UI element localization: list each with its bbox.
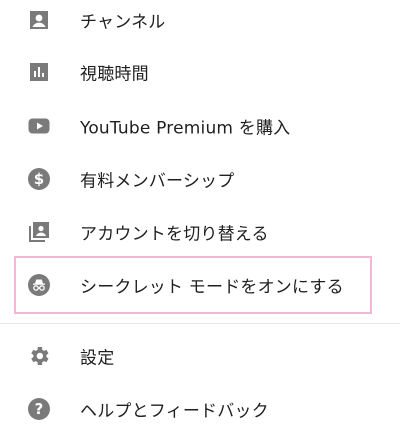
menu-item-help-feedback[interactable]: ? ヘルプとフィードバック: [0, 383, 400, 435]
menu-item-paid-memberships[interactable]: $ 有料メンバーシップ: [0, 153, 400, 205]
svg-text:$: $: [34, 170, 44, 188]
menu-item-label: 有料メンバーシップ: [80, 171, 235, 192]
menu-item-label: YouTube Premium を購入: [80, 118, 291, 139]
gear-icon: [27, 344, 51, 368]
menu-item-watch-time[interactable]: 視聴時間: [0, 46, 400, 98]
menu-item-label: 設定: [80, 348, 115, 369]
switch-account-icon: [27, 220, 51, 244]
menu-item-label: ヘルプとフィードバック: [80, 401, 269, 422]
menu-item-label: アカウントを切り替える: [80, 224, 269, 245]
menu-item-label: チャンネル: [80, 12, 166, 33]
youtube-play-icon: [27, 114, 51, 138]
menu-item-switch-account[interactable]: アカウントを切り替える: [0, 206, 400, 258]
account-box-icon: [27, 8, 51, 32]
bar-chart-icon: [27, 60, 51, 84]
menu-item-label: 視聴時間: [80, 64, 149, 85]
dollar-icon: $: [27, 167, 51, 191]
highlight-box: [14, 256, 372, 314]
help-icon: ?: [27, 397, 51, 421]
menu-item-settings[interactable]: 設定: [0, 330, 400, 382]
menu-divider: [0, 323, 400, 324]
account-menu: チャンネル 視聴時間 YouTube Premium を購入 $ 有料メンバーシ…: [0, 0, 400, 440]
menu-item-youtube-premium[interactable]: YouTube Premium を購入: [0, 100, 400, 152]
menu-item-channel[interactable]: チャンネル: [0, 0, 400, 46]
svg-text:?: ?: [35, 400, 44, 418]
